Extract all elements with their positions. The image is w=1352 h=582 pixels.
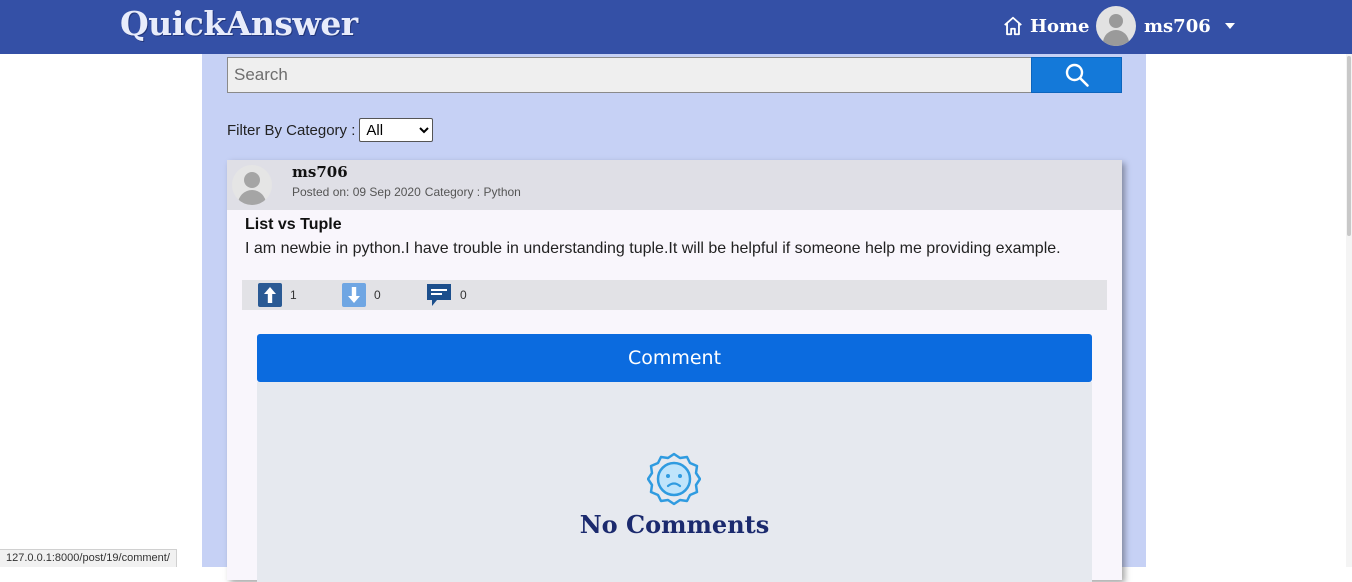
post-card: ms706 Posted on: 09 Sep 2020 Category : … — [227, 160, 1122, 582]
home-icon — [1004, 16, 1022, 36]
downvote-count: 0 — [374, 288, 381, 302]
avatar — [232, 165, 272, 205]
comment-icon — [427, 284, 451, 306]
downvote-button[interactable]: 0 — [342, 283, 381, 307]
post-body: I am newbie in python.I have trouble in … — [245, 240, 1061, 257]
search-icon — [1065, 63, 1089, 87]
upvote-icon — [258, 283, 282, 307]
comments-panel: No Comments — [257, 382, 1092, 582]
category-select[interactable]: All — [359, 118, 434, 142]
post-actions: 1 0 0 — [242, 280, 1107, 310]
post-category: Category : Python — [424, 185, 521, 199]
upvote-button[interactable]: 1 — [258, 283, 297, 307]
nav-home-label: Home — [1030, 15, 1090, 37]
comment-button[interactable]: Comment — [257, 334, 1092, 382]
upvote-count: 1 — [290, 288, 297, 302]
chevron-down-icon — [1224, 23, 1235, 29]
user-menu[interactable]: ms706 — [1096, 6, 1235, 46]
post-author[interactable]: ms706 — [292, 163, 348, 181]
sad-face-icon — [647, 452, 701, 506]
post-header: ms706 Posted on: 09 Sep 2020 Category : … — [227, 160, 1122, 210]
status-bar-url: 127.0.0.1:8000/post/19/comment/ — [0, 549, 177, 567]
nav-home-link[interactable]: Home — [1002, 13, 1090, 39]
category-filter: Filter By Category : All — [227, 118, 434, 142]
no-comments-text: No Comments — [579, 510, 770, 539]
comment-count: 0 — [460, 288, 467, 302]
filter-label: Filter By Category : — [227, 121, 356, 139]
post-date: Posted on: 09 Sep 2020 — [292, 185, 421, 199]
search-button[interactable] — [1031, 57, 1122, 93]
avatar — [1096, 6, 1136, 46]
downvote-icon — [342, 283, 366, 307]
post-title: List vs Tuple — [245, 216, 342, 233]
scrollbar-thumb[interactable] — [1347, 56, 1351, 236]
comments-toggle[interactable]: 0 — [426, 283, 467, 307]
username-label: ms706 — [1144, 15, 1211, 37]
brand-logo[interactable]: QuickAnswer — [120, 4, 358, 43]
post-meta: Posted on: 09 Sep 2020 Category : Python — [292, 185, 521, 199]
search-input[interactable] — [227, 57, 1032, 93]
navbar: QuickAnswer Home ms706 — [0, 0, 1352, 54]
